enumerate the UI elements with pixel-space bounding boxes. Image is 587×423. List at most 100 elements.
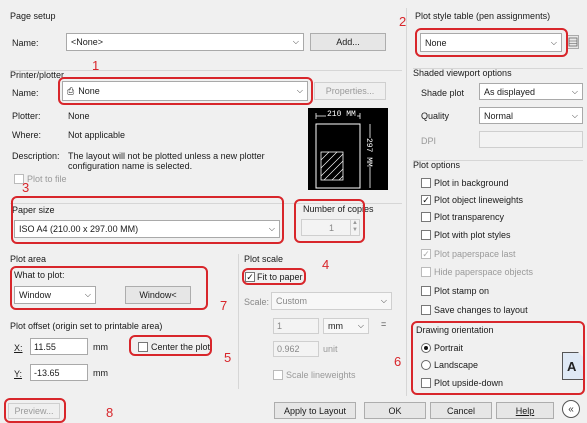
- quality-select[interactable]: Normal ⌵: [479, 107, 583, 124]
- scale-select[interactable]: Custom ⌵: [271, 292, 392, 310]
- copies-value: 1: [329, 222, 335, 233]
- offset-y-unit: mm: [93, 368, 108, 378]
- edit-plot-style-icon[interactable]: [567, 35, 579, 49]
- preview-button[interactable]: Preview...: [8, 403, 60, 419]
- plot-style-group-title: Plot style table (pen assignments): [415, 11, 551, 21]
- paper-preview-graphic: [315, 113, 371, 189]
- plot-option-label: Plot transparency: [434, 212, 505, 222]
- dpi-input[interactable]: [479, 131, 583, 148]
- portrait-label: Portrait: [434, 343, 464, 353]
- add-page-setup-button[interactable]: Add...: [310, 33, 386, 51]
- paper-preview: 210 MM 297 MM: [308, 108, 388, 190]
- plot-option-checkbox[interactable]: [421, 286, 431, 296]
- copies-input[interactable]: 1: [301, 219, 351, 236]
- quality-value: Normal: [484, 110, 514, 121]
- plot-option-checkbox[interactable]: [421, 305, 431, 315]
- plot-option-checkbox[interactable]: ✓: [421, 195, 431, 205]
- divider: [406, 8, 407, 396]
- portrait-radio[interactable]: [421, 343, 431, 353]
- plot-style-select[interactable]: None ⌵: [420, 33, 562, 52]
- orientation-group-title: Drawing orientation: [416, 325, 494, 335]
- plot-offset-group-title: Plot offset (origin set to printable are…: [10, 321, 163, 331]
- chevron-down-icon: ⌵: [550, 37, 557, 47]
- fit-to-paper-checkbox[interactable]: ✓: [245, 272, 255, 282]
- page-setup-name-select[interactable]: <None> ⌵: [66, 33, 304, 51]
- description-line-2: configuration name is selected.: [68, 161, 193, 171]
- shaded-group-title: Shaded viewport options: [413, 68, 512, 78]
- callout-number-1: 1: [92, 58, 100, 73]
- plot-scale-group-title: Plot scale: [244, 254, 284, 264]
- offset-x-input[interactable]: 11.55: [30, 338, 88, 355]
- plot-option-label: Hide paperspace objects: [434, 267, 534, 277]
- portrait-page-icon: A: [562, 352, 584, 380]
- printer-name-select[interactable]: ⎙ None ⌵: [62, 81, 308, 101]
- scale-unit-value: mm: [328, 321, 343, 331]
- upside-down-checkbox[interactable]: [421, 378, 431, 388]
- chevron-down-icon: ⌵: [357, 321, 364, 330]
- description-label: Description:: [12, 151, 60, 161]
- help-button[interactable]: Help: [496, 402, 554, 419]
- preview-height-label: 297 MM: [364, 138, 373, 167]
- chevron-down-icon: ⌵: [380, 296, 387, 305]
- help-button-label: Help: [515, 405, 535, 416]
- page-corner: [578, 352, 584, 358]
- plot-option-checkbox[interactable]: [421, 267, 431, 277]
- paper-size-select[interactable]: ISO A4 (210.00 x 297.00 MM) ⌵: [14, 220, 280, 238]
- chevron-down-icon: ⌵: [292, 37, 299, 46]
- plot-option-checkbox[interactable]: ✓: [421, 249, 431, 259]
- plotter-label: Plotter:: [12, 111, 41, 121]
- where-label: Where:: [12, 130, 42, 140]
- plot-option-label: Plot object lineweights: [434, 195, 524, 205]
- plot-option-checkbox[interactable]: [421, 212, 431, 222]
- description-line-1: The layout will not be plotted unless a …: [68, 151, 265, 161]
- equals-sign: =: [381, 319, 387, 329]
- apply-to-layout-button[interactable]: Apply to Layout: [274, 402, 356, 419]
- plot-option-checkbox[interactable]: [421, 178, 431, 188]
- plot-option-label: Plot in background: [434, 178, 509, 188]
- landscape-label: Landscape: [434, 360, 479, 370]
- offset-x-value: 11.55: [34, 341, 56, 352]
- printer-name-value: None: [78, 86, 100, 96]
- dpi-label: DPI: [421, 136, 437, 146]
- chevron-down-icon: ⌵: [84, 290, 91, 299]
- shade-plot-select[interactable]: As displayed ⌵: [479, 83, 583, 100]
- what-to-plot-select[interactable]: Window ⌵: [14, 286, 96, 304]
- plot-area-group-title: Plot area: [10, 254, 47, 264]
- scale-value-2-input[interactable]: 0.962: [273, 341, 319, 357]
- callout-number-3: 3: [22, 180, 30, 195]
- printer-group-title: Printer/plotter: [10, 70, 65, 80]
- chevron-down-icon: ⌵: [268, 224, 275, 233]
- printer-name-label: Name:: [12, 88, 39, 98]
- page-setup-name-label: Name:: [12, 38, 39, 48]
- scale-lineweights-label: Scale lineweights: [286, 370, 356, 380]
- center-plot-checkbox[interactable]: [138, 342, 148, 352]
- chevron-down-icon: ⌵: [571, 86, 578, 96]
- cancel-button[interactable]: Cancel: [430, 402, 492, 419]
- plot-option-label: Plot stamp on: [434, 286, 490, 296]
- plot-style-value: None: [425, 37, 447, 48]
- scale-unit-select[interactable]: mm ⌵: [323, 318, 369, 334]
- callout-number-2: 2: [399, 14, 407, 29]
- plot-options-group-title: Plot options: [413, 160, 461, 170]
- plot-option-label: Save changes to layout: [434, 305, 528, 315]
- offset-y-label: Y:: [14, 369, 23, 379]
- copies-spinner[interactable]: ▲ ▼: [350, 219, 360, 236]
- copies-label: Number of copies: [303, 204, 374, 214]
- scale-value-1-input[interactable]: 1: [273, 318, 319, 334]
- window-pick-button[interactable]: Window<: [125, 286, 191, 304]
- printer-icon: ⎙: [67, 85, 75, 96]
- offset-y-input[interactable]: -13.65: [30, 364, 88, 381]
- properties-button[interactable]: Properties...: [314, 82, 386, 100]
- offset-x-label: X:: [14, 343, 23, 353]
- upside-down-label: Plot upside-down: [434, 378, 504, 388]
- ok-button[interactable]: OK: [364, 402, 426, 419]
- plot-option-label: Plot paperspace last: [434, 249, 516, 259]
- plot-to-file-label: Plot to file: [27, 174, 67, 184]
- scale-lineweights-checkbox[interactable]: [273, 370, 283, 380]
- collapse-options-icon[interactable]: «: [562, 400, 580, 418]
- landscape-radio[interactable]: [421, 360, 431, 370]
- paper-size-group-title: Paper size: [12, 205, 55, 215]
- plot-option-label: Plot with plot styles: [434, 230, 511, 240]
- plot-option-checkbox[interactable]: [421, 230, 431, 240]
- center-plot-label: Center the plot: [151, 342, 211, 352]
